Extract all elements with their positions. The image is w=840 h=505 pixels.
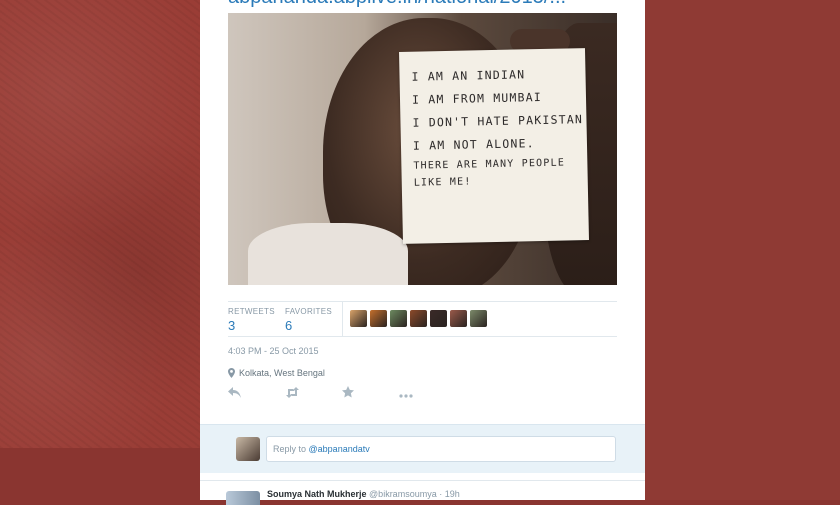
next-tweet-name[interactable]: Soumya Nath Mukherje: [267, 489, 367, 499]
handwritten-note: I am an Indian I am from Mumbai I don't …: [399, 48, 589, 244]
favoriter-avatar[interactable]: [430, 310, 447, 327]
next-tweet-handle[interactable]: @bikramsoumya: [369, 489, 437, 499]
tweet-actions: [228, 386, 456, 402]
reply-icon[interactable]: [228, 386, 285, 402]
more-icon[interactable]: [399, 386, 456, 402]
favorites-count: 6: [285, 318, 293, 333]
user-avatar: [236, 437, 260, 461]
tweet-card: abpananda.abplive.in/national/2015/... I…: [200, 0, 645, 505]
retweets-count: 3: [228, 318, 236, 333]
next-tweet-avatar: [226, 491, 260, 505]
tweet-location[interactable]: Kolkata, West Bengal: [228, 368, 325, 378]
next-tweet-header: Soumya Nath Mukherje @bikramsoumya · 19h: [267, 489, 460, 499]
reply-prefix: Reply to: [273, 444, 309, 454]
background-lower: [0, 448, 200, 500]
favoriter-avatar[interactable]: [350, 310, 367, 327]
reply-box: Reply to @abpanandatv: [200, 424, 645, 473]
retweets-label: RETWEETS: [228, 307, 275, 316]
photo-shirt: [248, 223, 408, 285]
background-right: [645, 0, 840, 500]
note-line: like me!: [413, 176, 472, 189]
star-icon[interactable]: [342, 386, 399, 402]
retweet-icon[interactable]: [285, 386, 342, 402]
background-texture: [0, 0, 200, 448]
favoriter-avatar[interactable]: [370, 310, 387, 327]
tweet-link[interactable]: abpananda.abplive.in/national/2015/...: [228, 0, 588, 9]
note-line: I am not alone.: [412, 136, 535, 153]
reply-input[interactable]: Reply to @abpanandatv: [266, 436, 616, 462]
location-text: Kolkata, West Bengal: [239, 368, 325, 378]
favoriter-avatars: [350, 310, 487, 327]
next-tweet[interactable]: Soumya Nath Mukherje @bikramsoumya · 19h: [200, 480, 645, 505]
favoriter-avatar[interactable]: [450, 310, 467, 327]
reply-mention: @abpanandatv: [308, 444, 370, 454]
favorites-stat[interactable]: FAVORITES 6: [285, 307, 332, 333]
stats-divider: [342, 302, 343, 336]
favoriter-avatar[interactable]: [390, 310, 407, 327]
favorites-label: FAVORITES: [285, 307, 333, 316]
favoriter-avatar[interactable]: [410, 310, 427, 327]
note-line: I am an Indian: [411, 67, 526, 84]
note-line: There are many people: [413, 157, 566, 172]
tweet-timestamp[interactable]: 4:03 PM - 25 Oct 2015: [228, 346, 319, 356]
retweets-stat[interactable]: RETWEETS 3: [228, 307, 275, 333]
tweet-photo[interactable]: I am an Indian I am from Mumbai I don't …: [228, 13, 617, 285]
next-tweet-time: · 19h: [439, 489, 460, 499]
favoriter-avatar[interactable]: [470, 310, 487, 327]
location-pin-icon: [228, 368, 235, 378]
note-line: I am from Mumbai: [411, 89, 543, 107]
tweet-stats: RETWEETS 3 FAVORITES 6: [228, 301, 617, 337]
note-line: I don't hate Pakistan: [412, 112, 584, 130]
